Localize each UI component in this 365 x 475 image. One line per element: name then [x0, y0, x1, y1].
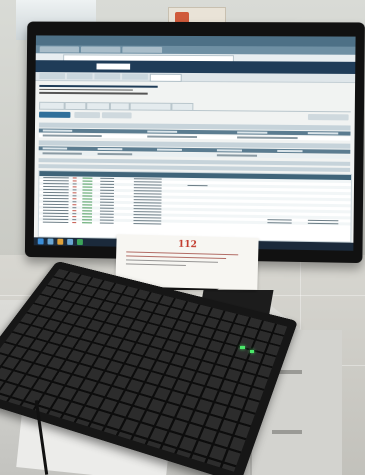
results-table-rows: [38, 176, 352, 241]
status-led: [240, 346, 245, 349]
results-table: [37, 170, 353, 243]
status-led: [250, 350, 254, 353]
action-bar: [39, 111, 351, 122]
monitor: [24, 21, 365, 264]
patient-info-block: [39, 83, 158, 97]
app-search-box: [96, 63, 131, 70]
note-number: 112: [177, 239, 197, 251]
app-menu: [35, 72, 356, 84]
office-photo: 112: [0, 0, 365, 475]
monitor-screen: [33, 35, 356, 251]
sub-tabs: [39, 100, 351, 113]
